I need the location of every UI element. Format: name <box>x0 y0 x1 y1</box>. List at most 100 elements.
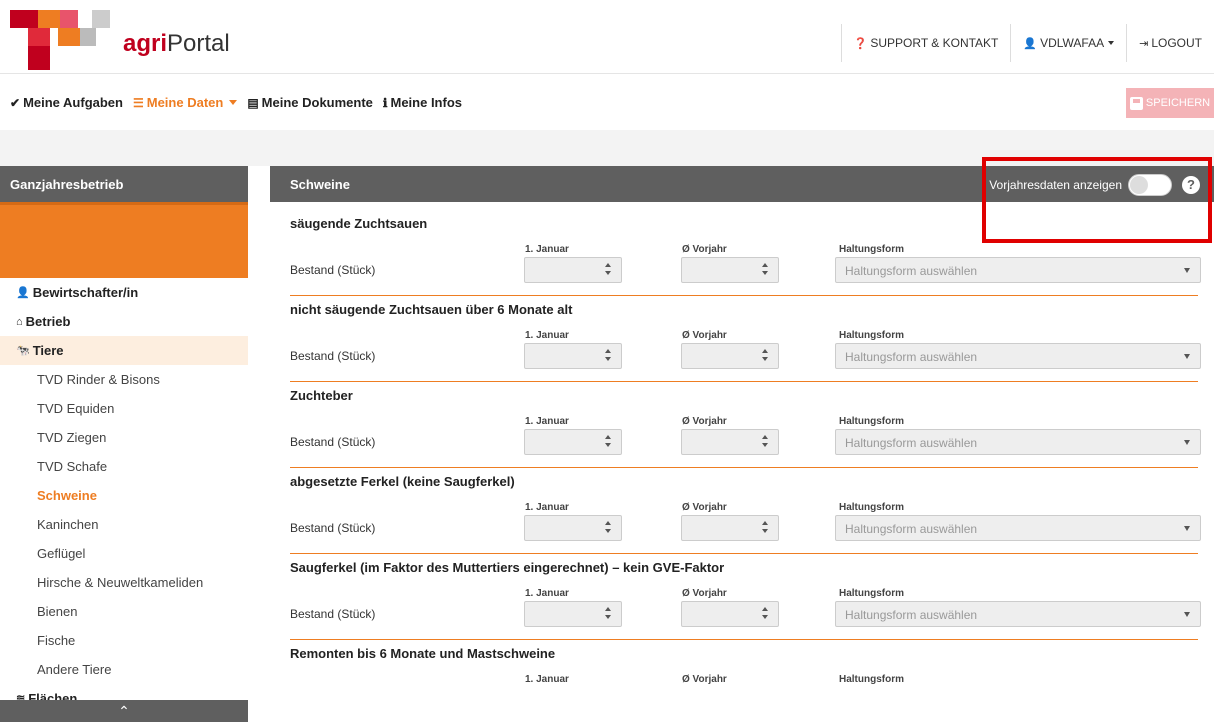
section-title: nicht säugende Zuchtsauen über 6 Monate … <box>290 302 573 317</box>
caret-down-icon <box>1184 354 1190 359</box>
housing-form-select[interactable]: Haltungsform auswählen <box>835 601 1201 627</box>
sidebar-item-tiere[interactable]: 🐄 Tiere <box>0 336 248 365</box>
section-title: säugende Zuchtsauen <box>290 216 428 231</box>
nav-label: Meine Aufgaben <box>23 95 123 110</box>
highlight-box <box>982 157 1212 243</box>
jan-quantity-input[interactable] <box>524 257 622 283</box>
sidebar-subitem[interactable]: TVD Schafe <box>0 452 248 481</box>
logout-label: LOGOUT <box>1151 36 1202 50</box>
user-menu[interactable]: 👤 VDLWAFAA <box>1010 24 1126 62</box>
spinner-arrows-icon[interactable] <box>762 435 770 449</box>
sidebar-subitem[interactable]: Andere Tiere <box>0 655 248 684</box>
spinner-arrows-icon[interactable] <box>762 349 770 363</box>
housing-form-select[interactable]: Haltungsform auswählen <box>835 343 1201 369</box>
col-label-prev: Ø Vorjahr <box>682 674 727 685</box>
scroll-up-button[interactable]: ⌃ <box>0 700 248 722</box>
nav-meine-dokumente[interactable]: ▤ Meine Dokumente <box>247 95 373 110</box>
nav-meine-infos[interactable]: ℹ Meine Infos <box>383 95 462 110</box>
spinner-arrows-icon[interactable] <box>762 263 770 277</box>
sign-out-icon: ⇥ <box>1139 37 1149 50</box>
animal-category-section: Zuchteber 1. Januar Ø Vorjahr Haltungsform B… <box>290 388 1201 468</box>
page-title: Schweine <box>290 177 350 192</box>
sidebar-title: Ganzjahresbetrieb <box>0 166 248 202</box>
housing-form-select[interactable]: Haltungsform auswählen <box>835 257 1201 283</box>
sidebar-item-bewirtschafter[interactable]: 👤 Bewirtschafter/in <box>0 278 248 307</box>
support-label: SUPPORT & KONTAKT <box>870 36 999 50</box>
jan-quantity-input[interactable] <box>524 429 622 455</box>
sidebar-subitem[interactable]: Fische <box>0 626 248 655</box>
chevron-up-icon: ⌃ <box>118 703 130 719</box>
housing-form-select[interactable]: Haltungsform auswählen <box>835 515 1201 541</box>
nav-meine-daten[interactable]: ☰ Meine Daten <box>132 95 238 110</box>
main-nav: ✔ Meine Aufgaben ☰ Meine Daten ▤ Meine Doku… <box>0 74 1214 130</box>
housing-form-select[interactable]: Haltungsform auswählen <box>835 429 1201 455</box>
col-label-jan: 1. Januar <box>525 330 569 341</box>
col-label-jan: 1. Januar <box>525 588 569 599</box>
animal-category-section: abgesetzte Ferkel (keine Saugferkel) 1. J… <box>290 474 1201 554</box>
logout-link[interactable]: ⇥ LOGOUT <box>1126 24 1214 62</box>
prev-year-quantity-input[interactable] <box>681 515 779 541</box>
sidebar-banner <box>0 202 248 278</box>
sidebar-subitem[interactable]: Kaninchen <box>0 510 248 539</box>
prev-year-quantity-input[interactable] <box>681 343 779 369</box>
spinner-arrows-icon[interactable] <box>762 521 770 535</box>
prev-year-quantity-input[interactable] <box>681 601 779 627</box>
row-label: Bestand (Stück) <box>290 521 376 535</box>
sidebar-item-label: Tiere <box>32 343 64 358</box>
col-label-form: Haltungsform <box>839 502 904 513</box>
spinner-arrows-icon[interactable] <box>605 607 613 621</box>
jan-quantity-input[interactable] <box>524 515 622 541</box>
col-label-prev: Ø Vorjahr <box>682 244 727 255</box>
sidebar-subitem[interactable]: Geflügel <box>0 539 248 568</box>
jan-quantity-input[interactable] <box>524 343 622 369</box>
col-label-prev: Ø Vorjahr <box>682 502 727 513</box>
support-link[interactable]: ❓ SUPPORT & KONTAKT <box>840 24 1011 62</box>
chevron-down-icon <box>1108 41 1115 45</box>
chevron-down-icon <box>229 100 238 105</box>
main-panel: Schweine Vorjahresdaten anzeigen ? säuge… <box>270 166 1214 722</box>
list-icon: ☰ <box>132 95 144 110</box>
save-button[interactable]: SPEICHERN <box>1126 88 1214 118</box>
prev-year-quantity-input[interactable] <box>681 429 779 455</box>
row-label: Bestand (Stück) <box>290 349 376 363</box>
caret-down-icon <box>1184 440 1190 445</box>
animal-category-section: nicht säugende Zuchtsauen über 6 Monate … <box>290 302 1201 382</box>
spinner-arrows-icon[interactable] <box>605 349 613 363</box>
caret-down-icon <box>1184 612 1190 617</box>
spinner-arrows-icon[interactable] <box>605 263 613 277</box>
agriportal-logo[interactable] <box>10 10 120 74</box>
select-placeholder: Haltungsform auswählen <box>845 350 978 364</box>
section-title: abgesetzte Ferkel (keine Saugferkel) <box>290 474 515 489</box>
select-placeholder: Haltungsform auswählen <box>845 436 978 450</box>
sidebar-subitem[interactable]: Bienen <box>0 597 248 626</box>
spinner-arrows-icon[interactable] <box>605 435 613 449</box>
sidebar-item-betrieb[interactable]: ⌂ Betrieb <box>0 307 248 336</box>
sidebar-subitem[interactable]: TVD Ziegen <box>0 423 248 452</box>
nav-label: Meine Daten <box>146 95 224 110</box>
section-title: Zuchteber <box>290 388 353 403</box>
caret-down-icon <box>1184 526 1190 531</box>
sidebar-subitem-active[interactable]: Schweine <box>0 481 248 510</box>
col-label-jan: 1. Januar <box>525 416 569 427</box>
select-placeholder: Haltungsform auswählen <box>845 522 978 536</box>
col-label-form: Haltungsform <box>839 330 904 341</box>
animal-category-section: Saugferkel (im Faktor des Muttertiers ei… <box>290 560 1201 640</box>
home-icon: ⌂ <box>16 315 23 328</box>
spinner-arrows-icon[interactable] <box>605 521 613 535</box>
section-title: Saugferkel (im Faktor des Muttertiers ei… <box>290 560 725 575</box>
sidebar-subitem[interactable]: TVD Rinder & Bisons <box>0 365 248 394</box>
prev-year-quantity-input[interactable] <box>681 257 779 283</box>
jan-quantity-input[interactable] <box>524 601 622 627</box>
user-icon: 👤 <box>1023 37 1038 50</box>
brand-name[interactable]: agriPortal <box>123 30 230 58</box>
col-label-prev: Ø Vorjahr <box>682 588 727 599</box>
check-circle-icon: ✔ <box>10 95 21 110</box>
col-label-jan: 1. Januar <box>525 674 569 685</box>
animal-category-section: Remonten bis 6 Monate und Mastschweine 1.… <box>290 646 1198 706</box>
sidebar-subitem[interactable]: TVD Equiden <box>0 394 248 423</box>
nav-meine-aufgaben[interactable]: ✔ Meine Aufgaben <box>10 95 123 110</box>
sidebar-subitem[interactable]: Hirsche & Neuweltkameliden <box>0 568 248 597</box>
spinner-arrows-icon[interactable] <box>762 607 770 621</box>
username-label: VDLWAFAA <box>1040 36 1105 50</box>
app-header: agriPortal ❓ SUPPORT & KONTAKT 👤 VDLWAFAA … <box>0 0 1214 74</box>
